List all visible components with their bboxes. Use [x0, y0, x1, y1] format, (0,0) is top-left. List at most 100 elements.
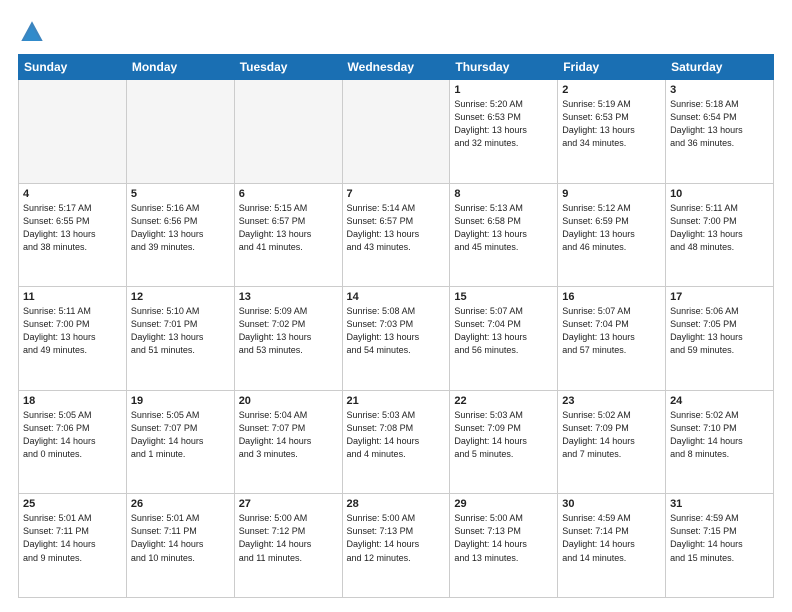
- day-cell: 9Sunrise: 5:12 AMSunset: 6:59 PMDaylight…: [558, 183, 666, 287]
- col-header-sunday: Sunday: [19, 55, 127, 80]
- day-cell: 20 Sunrise: 5:04 AMSunset: 7:07 PMDayligh…: [234, 390, 342, 494]
- day-cell: 21Sunrise: 5:03 AMSunset: 7:08 PMDayligh…: [342, 390, 450, 494]
- day-cell: [126, 80, 234, 184]
- day-info: Sunrise: 5:00 AMSunset: 7:13 PMDaylight:…: [347, 512, 446, 564]
- day-cell: 18 Sunrise: 5:05 AMSunset: 7:06 PMDayligh…: [19, 390, 127, 494]
- day-cell: 29 Sunrise: 5:00 AMSunset: 7:13 PMDayligh…: [450, 494, 558, 598]
- day-number: 5: [131, 188, 230, 200]
- day-cell: 13 Sunrise: 5:09 AMSunset: 7:02 PMDayligh…: [234, 287, 342, 391]
- day-info: Sunrise: 5:17 AMSunset: 6:55 PMDaylight:…: [23, 202, 122, 254]
- day-info: Sunrise: 5:19 AMSunset: 6:53 PMDaylight:…: [562, 98, 661, 150]
- day-cell: 31 Sunrise: 4:59 AMSunset: 7:15 PMDayligh…: [666, 494, 774, 598]
- day-cell: 14Sunrise: 5:08 AMSunset: 7:03 PMDayligh…: [342, 287, 450, 391]
- day-info: Sunrise: 5:18 AMSunset: 6:54 PMDaylight:…: [670, 98, 769, 150]
- day-info: Sunrise: 5:09 AMSunset: 7:02 PMDaylight:…: [239, 305, 338, 357]
- day-info: Sunrise: 5:01 AMSunset: 7:11 PMDaylight:…: [131, 512, 230, 564]
- day-cell: 12 Sunrise: 5:10 AMSunset: 7:01 PMDayligh…: [126, 287, 234, 391]
- day-info: Sunrise: 5:11 AMSunset: 7:00 PMDaylight:…: [670, 202, 769, 254]
- header: [18, 18, 774, 46]
- day-info: Sunrise: 5:12 AMSunset: 6:59 PMDaylight:…: [562, 202, 661, 254]
- day-info: Sunrise: 5:00 AMSunset: 7:12 PMDaylight:…: [239, 512, 338, 564]
- day-number: 30: [562, 498, 661, 510]
- day-number: 19: [131, 395, 230, 407]
- day-cell: 6Sunrise: 5:15 AMSunset: 6:57 PMDaylight…: [234, 183, 342, 287]
- day-cell: 30 Sunrise: 4:59 AMSunset: 7:14 PMDayligh…: [558, 494, 666, 598]
- day-cell: 28 Sunrise: 5:00 AMSunset: 7:13 PMDayligh…: [342, 494, 450, 598]
- day-cell: 27 Sunrise: 5:00 AMSunset: 7:12 PMDayligh…: [234, 494, 342, 598]
- day-number: 15: [454, 291, 553, 303]
- day-cell: 23 Sunrise: 5:02 AMSunset: 7:09 PMDayligh…: [558, 390, 666, 494]
- day-cell: 22 Sunrise: 5:03 AMSunset: 7:09 PMDayligh…: [450, 390, 558, 494]
- logo: [18, 18, 50, 46]
- day-number: 31: [670, 498, 769, 510]
- day-info: Sunrise: 5:13 AMSunset: 6:58 PMDaylight:…: [454, 202, 553, 254]
- day-info: Sunrise: 5:11 AMSunset: 7:00 PMDaylight:…: [23, 305, 122, 357]
- calendar-table: SundayMondayTuesdayWednesdayThursdayFrid…: [18, 54, 774, 598]
- day-number: 18: [23, 395, 122, 407]
- day-info: Sunrise: 5:07 AMSunset: 7:04 PMDaylight:…: [454, 305, 553, 357]
- day-info: Sunrise: 5:16 AMSunset: 6:56 PMDaylight:…: [131, 202, 230, 254]
- day-cell: [234, 80, 342, 184]
- day-number: 3: [670, 84, 769, 96]
- col-header-monday: Monday: [126, 55, 234, 80]
- day-info: Sunrise: 5:08 AMSunset: 7:03 PMDaylight:…: [347, 305, 446, 357]
- day-info: Sunrise: 4:59 AMSunset: 7:14 PMDaylight:…: [562, 512, 661, 564]
- week-row-5: 25 Sunrise: 5:01 AMSunset: 7:11 PMDayligh…: [19, 494, 774, 598]
- day-info: Sunrise: 5:05 AMSunset: 7:07 PMDaylight:…: [131, 409, 230, 461]
- col-header-thursday: Thursday: [450, 55, 558, 80]
- day-cell: 11 Sunrise: 5:11 AMSunset: 7:00 PMDayligh…: [19, 287, 127, 391]
- calendar-header-row: SundayMondayTuesdayWednesdayThursdayFrid…: [19, 55, 774, 80]
- day-number: 7: [347, 188, 446, 200]
- col-header-wednesday: Wednesday: [342, 55, 450, 80]
- col-header-tuesday: Tuesday: [234, 55, 342, 80]
- day-info: Sunrise: 5:20 AMSunset: 6:53 PMDaylight:…: [454, 98, 553, 150]
- day-number: 12: [131, 291, 230, 303]
- day-number: 28: [347, 498, 446, 510]
- day-number: 29: [454, 498, 553, 510]
- day-number: 11: [23, 291, 122, 303]
- day-cell: 15 Sunrise: 5:07 AMSunset: 7:04 PMDayligh…: [450, 287, 558, 391]
- logo-icon: [18, 18, 46, 46]
- page: SundayMondayTuesdayWednesdayThursdayFrid…: [0, 0, 792, 612]
- day-info: Sunrise: 5:02 AMSunset: 7:10 PMDaylight:…: [670, 409, 769, 461]
- day-number: 24: [670, 395, 769, 407]
- day-info: Sunrise: 5:03 AMSunset: 7:09 PMDaylight:…: [454, 409, 553, 461]
- day-cell: 10 Sunrise: 5:11 AMSunset: 7:00 PMDayligh…: [666, 183, 774, 287]
- day-number: 2: [562, 84, 661, 96]
- day-number: 20: [239, 395, 338, 407]
- day-number: 23: [562, 395, 661, 407]
- day-cell: 16 Sunrise: 5:07 AMSunset: 7:04 PMDayligh…: [558, 287, 666, 391]
- day-info: Sunrise: 5:02 AMSunset: 7:09 PMDaylight:…: [562, 409, 661, 461]
- day-cell: 5 Sunrise: 5:16 AMSunset: 6:56 PMDaylight…: [126, 183, 234, 287]
- day-info: Sunrise: 5:03 AMSunset: 7:08 PMDaylight:…: [347, 409, 446, 461]
- day-cell: 25 Sunrise: 5:01 AMSunset: 7:11 PMDayligh…: [19, 494, 127, 598]
- day-cell: 8 Sunrise: 5:13 AMSunset: 6:58 PMDaylight…: [450, 183, 558, 287]
- day-info: Sunrise: 5:10 AMSunset: 7:01 PMDaylight:…: [131, 305, 230, 357]
- day-info: Sunrise: 5:05 AMSunset: 7:06 PMDaylight:…: [23, 409, 122, 461]
- week-row-2: 4Sunrise: 5:17 AMSunset: 6:55 PMDaylight…: [19, 183, 774, 287]
- day-cell: 7 Sunrise: 5:14 AMSunset: 6:57 PMDaylight…: [342, 183, 450, 287]
- day-info: Sunrise: 5:06 AMSunset: 7:05 PMDaylight:…: [670, 305, 769, 357]
- week-row-1: 1 Sunrise: 5:20 AMSunset: 6:53 PMDaylight…: [19, 80, 774, 184]
- col-header-saturday: Saturday: [666, 55, 774, 80]
- day-info: Sunrise: 5:07 AMSunset: 7:04 PMDaylight:…: [562, 305, 661, 357]
- day-info: Sunrise: 5:00 AMSunset: 7:13 PMDaylight:…: [454, 512, 553, 564]
- day-number: 25: [23, 498, 122, 510]
- day-number: 17: [670, 291, 769, 303]
- col-header-friday: Friday: [558, 55, 666, 80]
- day-number: 1: [454, 84, 553, 96]
- day-info: Sunrise: 4:59 AMSunset: 7:15 PMDaylight:…: [670, 512, 769, 564]
- day-cell: 1 Sunrise: 5:20 AMSunset: 6:53 PMDaylight…: [450, 80, 558, 184]
- day-number: 16: [562, 291, 661, 303]
- day-number: 13: [239, 291, 338, 303]
- day-info: Sunrise: 5:14 AMSunset: 6:57 PMDaylight:…: [347, 202, 446, 254]
- day-number: 22: [454, 395, 553, 407]
- day-info: Sunrise: 5:04 AMSunset: 7:07 PMDaylight:…: [239, 409, 338, 461]
- day-number: 8: [454, 188, 553, 200]
- day-number: 10: [670, 188, 769, 200]
- day-cell: 4Sunrise: 5:17 AMSunset: 6:55 PMDaylight…: [19, 183, 127, 287]
- day-info: Sunrise: 5:01 AMSunset: 7:11 PMDaylight:…: [23, 512, 122, 564]
- day-number: 27: [239, 498, 338, 510]
- week-row-3: 11 Sunrise: 5:11 AMSunset: 7:00 PMDayligh…: [19, 287, 774, 391]
- day-number: 6: [239, 188, 338, 200]
